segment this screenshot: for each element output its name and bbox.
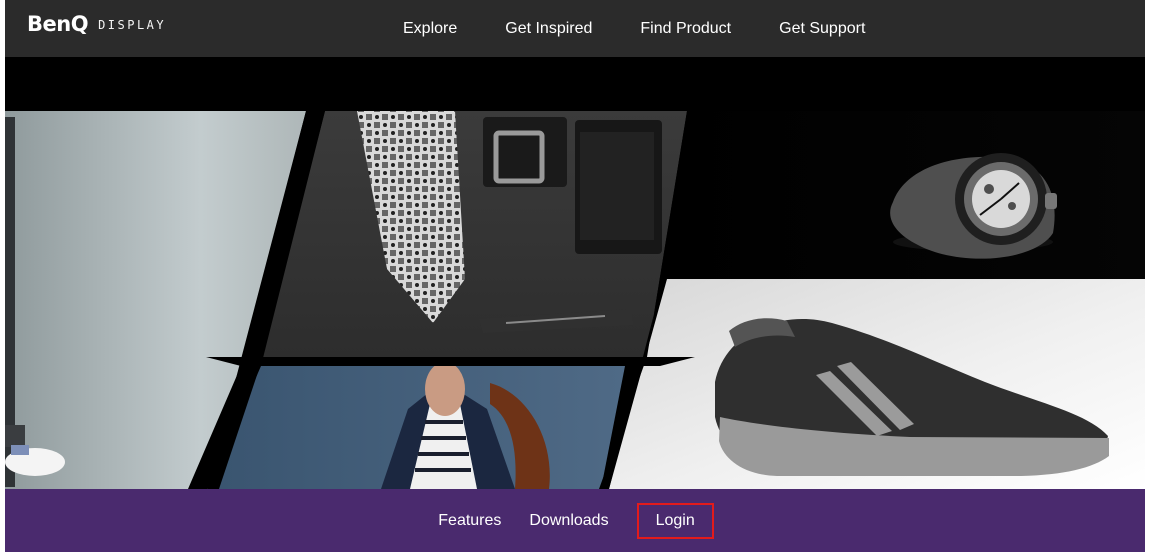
tie-belt-wallet-image <box>261 111 687 357</box>
hero-collage <box>5 111 1145 489</box>
watch-image <box>663 111 1145 279</box>
secondary-navigation-bar: Features Downloads Login <box>5 489 1145 552</box>
login-link[interactable]: Login <box>636 502 714 539</box>
secondary-navigation: Features Downloads Login <box>5 489 1145 552</box>
nav-explore[interactable]: Explore <box>403 20 457 38</box>
hero-banner <box>5 57 1145 489</box>
display-subtitle: DISPLAY <box>98 17 167 32</box>
features-link[interactable]: Features <box>436 512 503 530</box>
shoe-image <box>609 279 1145 489</box>
nav-get-inspired[interactable]: Get Inspired <box>505 20 592 38</box>
downloads-link[interactable]: Downloads <box>527 512 610 530</box>
top-navigation-bar: BenQ DISPLAY Explore Get Inspired Find P… <box>5 0 1145 57</box>
nav-get-support[interactable]: Get Support <box>779 20 865 38</box>
man-with-bag-image <box>219 362 625 489</box>
brand[interactable]: BenQ DISPLAY <box>27 14 166 35</box>
benq-logo[interactable]: BenQ <box>27 14 89 35</box>
benq-page: BenQ DISPLAY Explore Get Inspired Find P… <box>0 0 1150 552</box>
main-navigation: Explore Get Inspired Find Product Get Su… <box>403 0 865 57</box>
nav-find-product[interactable]: Find Product <box>640 20 731 38</box>
